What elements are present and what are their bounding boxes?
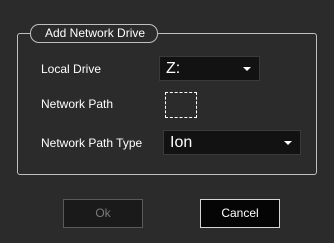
network-path-type-label: Network Path Type	[41, 136, 143, 150]
local-drive-label: Local Drive	[41, 62, 102, 76]
network-path-type-dropdown[interactable]: Ion	[163, 130, 301, 155]
cancel-button[interactable]: Cancel	[200, 199, 280, 228]
network-path-type-value: Ion	[170, 134, 193, 151]
group-box-title: Add Network Drive	[30, 24, 159, 43]
network-path-label: Network Path	[41, 97, 114, 111]
ok-button[interactable]: Ok	[63, 199, 143, 228]
chevron-down-icon	[243, 67, 251, 71]
network-path-input[interactable]	[165, 92, 197, 118]
local-drive-dropdown[interactable]: Z:	[159, 56, 260, 81]
chevron-down-icon	[284, 141, 292, 145]
add-network-drive-dialog: Add Network Drive Local Drive Z: Network…	[0, 0, 334, 243]
local-drive-value: Z:	[166, 60, 181, 77]
